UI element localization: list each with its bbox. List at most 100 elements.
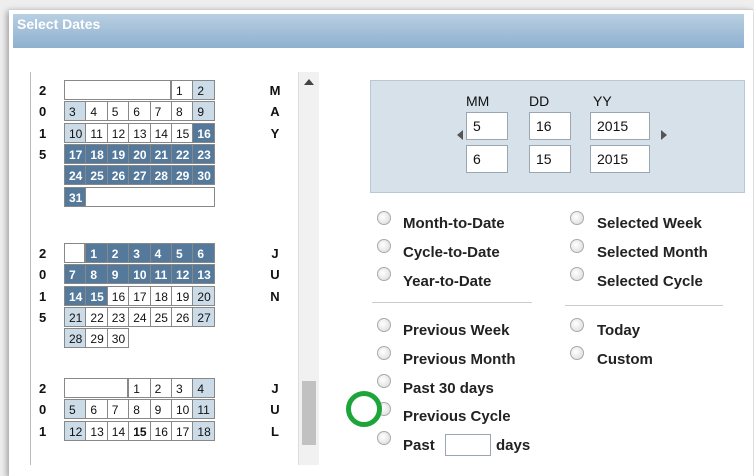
calendar-day[interactable]: 2 xyxy=(149,378,172,398)
calendar-day[interactable]: 7 xyxy=(106,399,130,420)
calendar-day[interactable]: 7 xyxy=(64,264,87,285)
calendar-day[interactable]: 17 xyxy=(64,143,87,164)
end-month-input[interactable]: 6 xyxy=(466,145,508,173)
calendar-day[interactable]: 20 xyxy=(192,285,215,306)
calendar-day[interactable]: 1 xyxy=(85,243,108,263)
selected-month-radio[interactable] xyxy=(570,239,584,253)
calendar-day[interactable]: 14 xyxy=(106,420,130,441)
calendar-day[interactable]: 10 xyxy=(64,122,87,143)
calendar-day[interactable]: 29 xyxy=(85,328,108,349)
calendar-day[interactable]: 5 xyxy=(64,399,87,420)
start-year-input[interactable]: 2015 xyxy=(590,112,650,140)
calendar-day[interactable]: 11 xyxy=(192,399,215,420)
calendar-day[interactable]: 3 xyxy=(64,101,87,122)
calendar-day[interactable]: 25 xyxy=(149,306,172,327)
calendar-day[interactable]: 10 xyxy=(128,264,151,285)
calendar-day[interactable]: 18 xyxy=(149,285,172,306)
end-year-input[interactable]: 2015 xyxy=(590,145,650,173)
calendar-day[interactable]: 9 xyxy=(149,399,172,420)
calendar-day[interactable]: 3 xyxy=(171,378,194,398)
calendar-day[interactable]: 13 xyxy=(128,122,151,143)
selected-cycle-radio[interactable] xyxy=(570,267,584,281)
calendar-day[interactable]: 27 xyxy=(128,165,151,186)
end-day-input[interactable]: 15 xyxy=(529,145,571,173)
calendar-day[interactable]: 14 xyxy=(149,122,172,143)
calendar-day[interactable]: 11 xyxy=(85,122,108,143)
calendar-day[interactable]: 12 xyxy=(171,264,194,285)
calendar-day[interactable]: 1 xyxy=(128,378,151,398)
calendar-day[interactable]: 28 xyxy=(149,165,172,186)
calendar-day[interactable]: 9 xyxy=(192,101,215,122)
start-month-input[interactable]: 5 xyxy=(466,112,508,140)
calendar-day[interactable]: 19 xyxy=(171,285,194,306)
calendar-day[interactable]: 14 xyxy=(64,285,87,306)
calendar-day[interactable]: 2 xyxy=(192,80,215,100)
year-to-date-radio[interactable] xyxy=(377,267,391,281)
next-period-arrow-icon[interactable] xyxy=(661,130,667,140)
calendar-day[interactable]: 15 xyxy=(128,420,151,441)
calendar-day[interactable]: 10 xyxy=(171,399,194,420)
calendar-day[interactable]: 23 xyxy=(192,143,215,164)
calendar-day[interactable]: 19 xyxy=(106,143,130,164)
calendar-day[interactable]: 26 xyxy=(106,165,130,186)
calendar-day[interactable]: 31 xyxy=(64,186,87,207)
calendar-day[interactable]: 6 xyxy=(192,243,215,263)
calendar-day[interactable]: 13 xyxy=(85,420,108,441)
calendar-day[interactable]: 30 xyxy=(192,165,215,186)
calendar-day[interactable]: 17 xyxy=(171,420,194,441)
calendar-day[interactable]: 28 xyxy=(64,328,87,349)
calendar-day[interactable]: 24 xyxy=(128,306,151,327)
month-to-date-radio[interactable] xyxy=(377,211,391,225)
calendar-day[interactable]: 16 xyxy=(106,285,130,306)
calendar-day[interactable]: 8 xyxy=(85,264,108,285)
calendar-day[interactable]: 18 xyxy=(192,420,215,441)
cycle-to-date-radio[interactable] xyxy=(377,239,391,253)
calendar-day[interactable]: 2 xyxy=(106,243,130,263)
scrollbar-thumb[interactable] xyxy=(302,381,316,445)
calendar-day[interactable]: 7 xyxy=(149,101,172,122)
calendar-day[interactable]: 26 xyxy=(171,306,194,327)
calendar-day[interactable]: 1 xyxy=(171,80,194,100)
calendar-day[interactable]: 24 xyxy=(64,165,87,186)
calendar-day[interactable]: 18 xyxy=(85,143,108,164)
calendar-day[interactable]: 15 xyxy=(171,122,194,143)
previous-month-radio[interactable] xyxy=(377,346,391,360)
calendar-scrollbar[interactable] xyxy=(298,72,319,465)
calendar-day[interactable]: 22 xyxy=(85,306,108,327)
calendar-day[interactable]: 23 xyxy=(106,306,130,327)
calendar-day[interactable]: 16 xyxy=(149,420,172,441)
calendar-day[interactable]: 4 xyxy=(192,378,215,398)
calendar-day[interactable]: 12 xyxy=(64,420,87,441)
selected-week-radio[interactable] xyxy=(570,211,584,225)
calendar-day[interactable]: 21 xyxy=(64,306,87,327)
calendar-day[interactable]: 8 xyxy=(128,399,151,420)
past-n-days-radio[interactable] xyxy=(377,431,391,445)
scroll-up-arrow-icon[interactable] xyxy=(304,79,314,85)
calendar-day[interactable]: 12 xyxy=(106,122,130,143)
calendar-day[interactable]: 21 xyxy=(149,143,172,164)
calendar-day[interactable]: 9 xyxy=(106,264,130,285)
past-30-days-radio[interactable] xyxy=(377,374,391,388)
calendar-day[interactable]: 20 xyxy=(128,143,151,164)
calendar-day[interactable]: 11 xyxy=(149,264,172,285)
prev-period-arrow-icon[interactable] xyxy=(457,130,463,140)
past-days-input[interactable] xyxy=(445,434,491,456)
calendar-day[interactable]: 13 xyxy=(192,264,215,285)
previous-week-radio[interactable] xyxy=(377,318,391,332)
custom-radio[interactable] xyxy=(570,346,584,360)
calendar-day[interactable]: 6 xyxy=(128,101,151,122)
calendar-day[interactable]: 27 xyxy=(192,306,215,327)
calendar-day[interactable]: 6 xyxy=(85,399,108,420)
calendar-day[interactable]: 8 xyxy=(171,101,194,122)
today-radio[interactable] xyxy=(570,318,584,332)
calendar-day[interactable]: 16 xyxy=(192,122,215,143)
calendar-day[interactable]: 3 xyxy=(128,243,151,263)
start-day-input[interactable]: 16 xyxy=(529,112,571,140)
calendar-day[interactable]: 22 xyxy=(171,143,194,164)
calendar-day[interactable]: 17 xyxy=(128,285,151,306)
calendar-day[interactable]: 30 xyxy=(106,328,130,349)
calendar-day[interactable]: 15 xyxy=(85,285,108,306)
calendar-day[interactable]: 4 xyxy=(149,243,172,263)
calendar-day[interactable]: 5 xyxy=(171,243,194,263)
calendar-day[interactable]: 4 xyxy=(85,101,108,122)
